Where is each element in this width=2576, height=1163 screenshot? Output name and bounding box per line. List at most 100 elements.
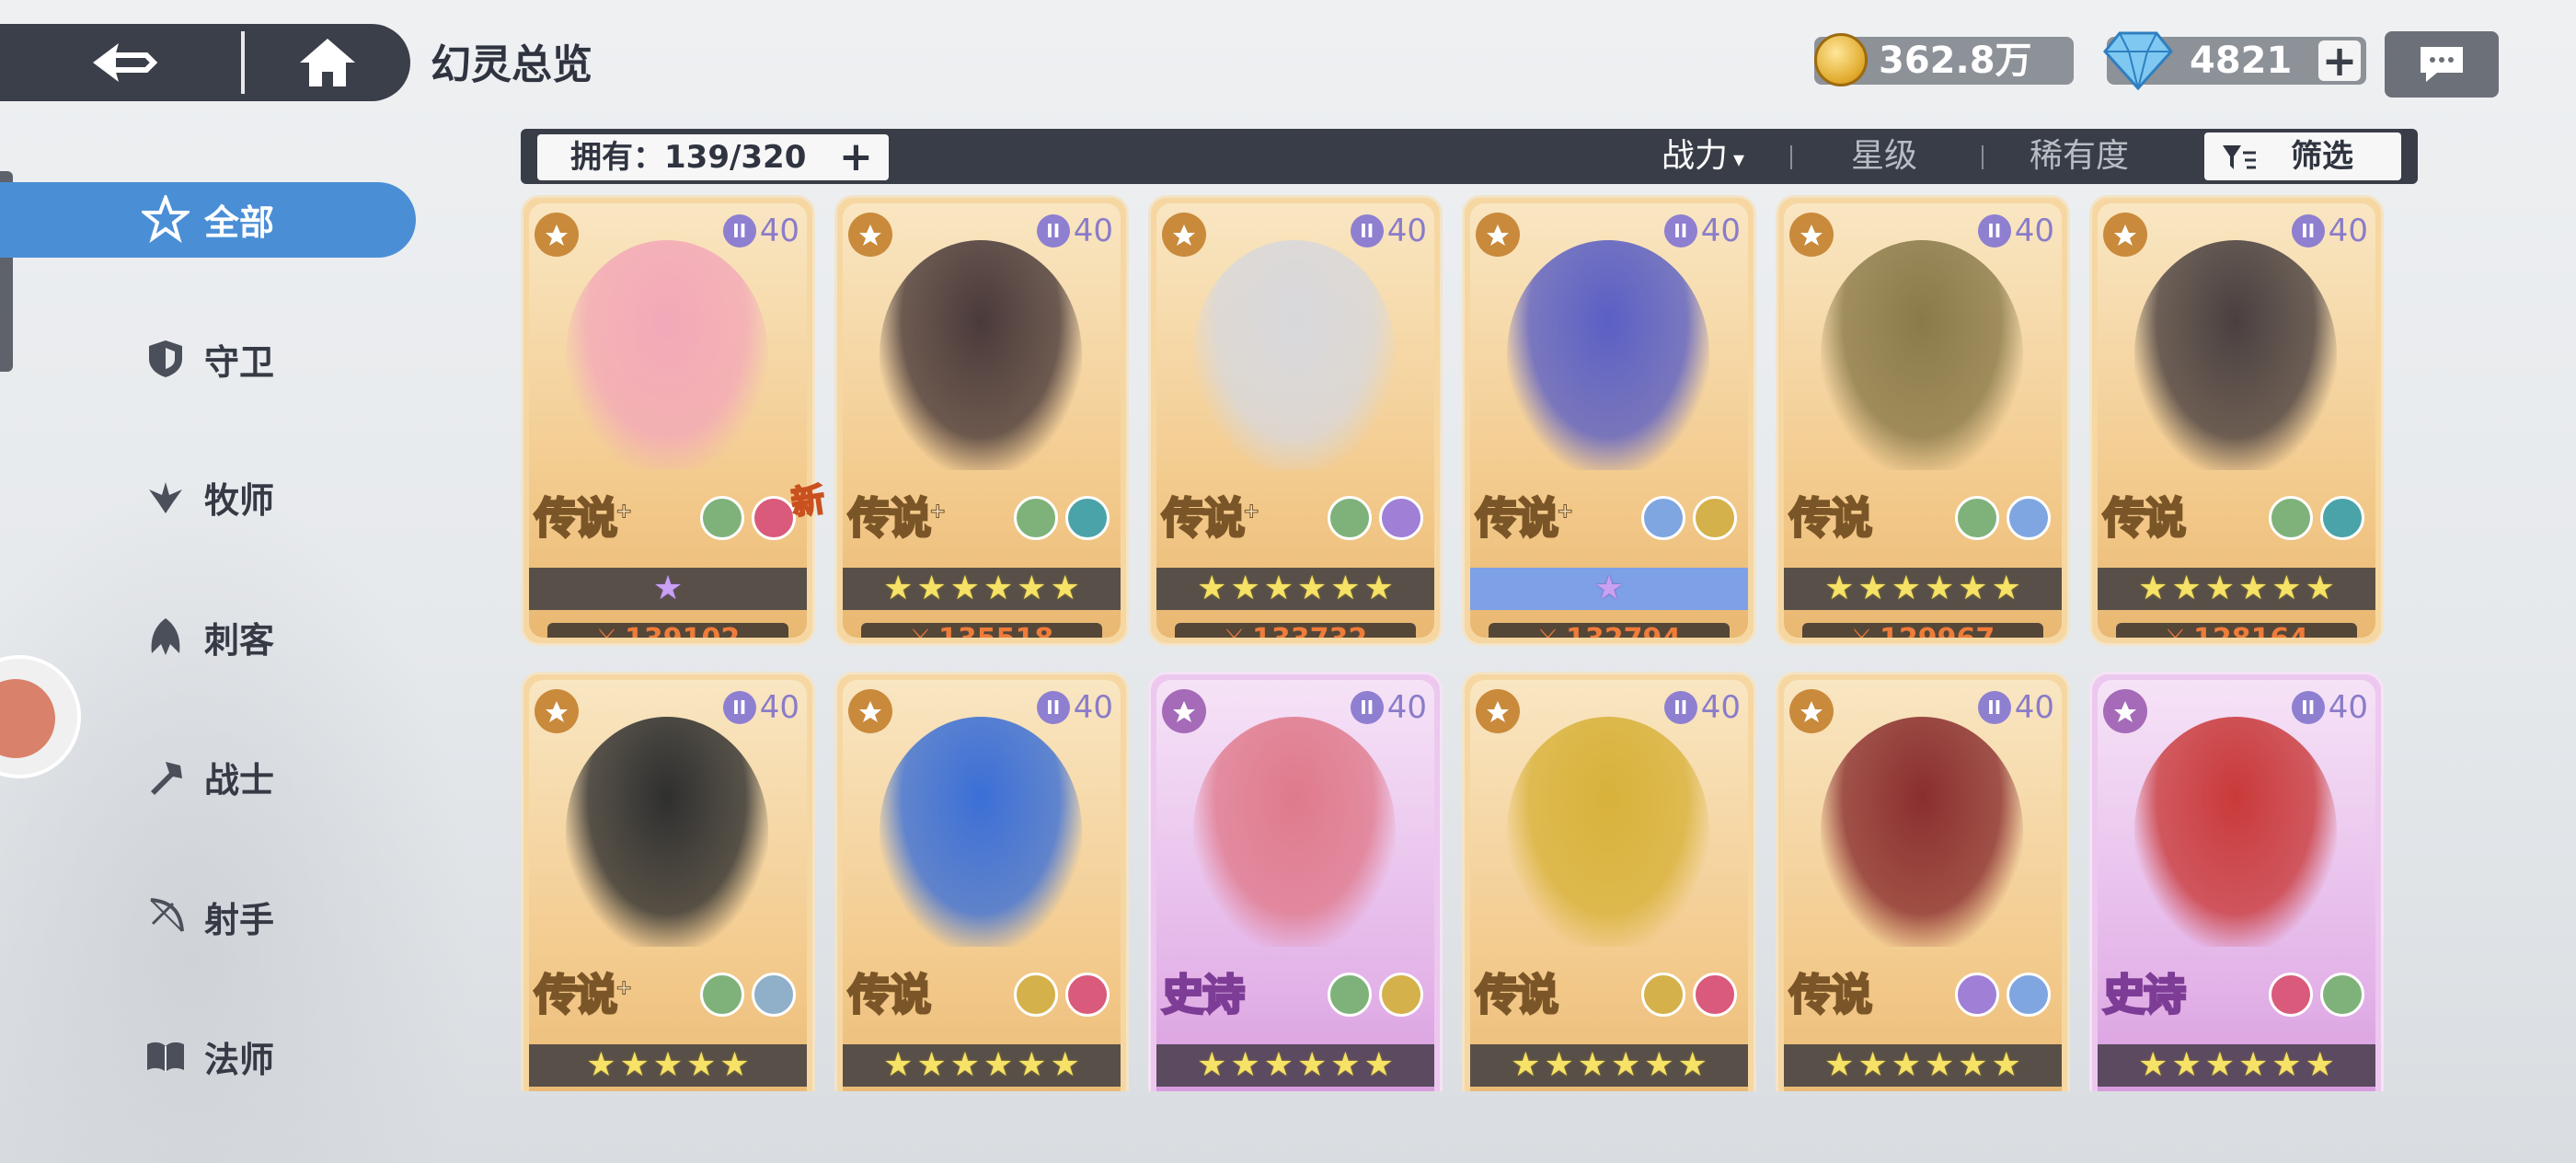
- role-badge-icon: [1789, 213, 1834, 257]
- star-icon: ★: [1824, 1046, 1855, 1084]
- element-icon: [1379, 973, 1423, 1017]
- star-rating: ★ ★ ★ ★ ★ ★: [843, 568, 1121, 610]
- hero-card[interactable]: II40传说★★★★★★⚔128164: [2089, 195, 2384, 646]
- element-icon: [1328, 496, 1372, 540]
- hero-card-inner: II40 传说+ ★ ⚔ 139102: [529, 203, 807, 638]
- hero-card[interactable]: II40传说★★★★★★⚔: [1462, 672, 1756, 1091]
- element-icon: [1014, 496, 1058, 540]
- hero-level: 40: [759, 213, 799, 249]
- hero-card[interactable]: II40传说+★★★★★★⚔135518: [834, 195, 1129, 646]
- element-icon: [1065, 496, 1110, 540]
- home-icon: [300, 39, 355, 86]
- book-icon: [140, 1039, 191, 1074]
- sidebar-item-warrior[interactable]: 战士: [140, 749, 274, 804]
- hero-level: 40: [1073, 689, 1113, 726]
- sidebar-item-label: 牧师: [204, 479, 275, 521]
- element-icon: [1379, 496, 1423, 540]
- level-indicator: II 40: [1350, 689, 1427, 726]
- sidebar-item-assassin[interactable]: 刺客: [140, 609, 274, 664]
- combat-power: ⚔ 128164: [2116, 623, 2357, 638]
- rarity-label: 传说: [1788, 492, 1874, 545]
- element-icon: [1641, 496, 1685, 540]
- hero-card-inner: II40传说+★★★★★★⚔135518: [843, 203, 1121, 638]
- hero-card-inner: II40传说★★★★★★⚔128164: [2098, 203, 2375, 638]
- star-rating: ★ ★ ★ ★ ★ ★: [843, 1044, 1121, 1087]
- element-icons: [700, 496, 796, 540]
- element-icons: [1014, 973, 1110, 1017]
- sidebar-item-priest[interactable]: 牧师: [140, 469, 274, 524]
- hero-card[interactable]: II40史诗★★★★★★⚔: [1148, 672, 1443, 1091]
- star-icon: ★: [2271, 1046, 2302, 1084]
- hero-card[interactable]: II40 传说+ ★ ⚔ 132794: [1462, 195, 1756, 646]
- page-title: 幻灵总览: [431, 41, 592, 88]
- star-icon: ★: [1925, 570, 1955, 607]
- tier-badge: II: [1663, 214, 1697, 248]
- element-icon: [752, 973, 796, 1017]
- hero-card[interactable]: II40史诗★★★★★★⚔: [2089, 672, 2384, 1091]
- hero-portrait: [1821, 240, 2023, 470]
- chat-bubble-icon: [2421, 47, 2463, 82]
- expand-capacity-button[interactable]: +: [839, 134, 873, 180]
- combat-power-value: 135518: [938, 623, 1053, 639]
- sort-power-label: 战力: [1662, 137, 1729, 175]
- sidebar-item-all[interactable]: 全部: [140, 191, 274, 247]
- assassin-icon: [140, 616, 191, 657]
- hero-level: 40: [1386, 689, 1427, 726]
- role-badge-icon: [2103, 213, 2147, 257]
- crossed-swords-icon: ⚔: [1224, 625, 1245, 638]
- add-gems-button[interactable]: +: [2318, 40, 2361, 82]
- hero-level: 40: [2328, 689, 2368, 726]
- hero-card[interactable]: II40传说+★★★★★⚔: [521, 672, 815, 1091]
- home-button[interactable]: [245, 24, 410, 101]
- element-icon: [2269, 973, 2313, 1017]
- role-badge-icon: [848, 689, 892, 733]
- sidebar-item-guard[interactable]: 守卫: [140, 331, 274, 386]
- crossed-swords-icon: ⚔: [1537, 625, 1558, 638]
- sort-by-rarity[interactable]: 稀有度: [2030, 129, 2129, 184]
- hero-card[interactable]: II40传说★★★★★★⚔129967: [1776, 195, 2070, 646]
- hero-card[interactable]: II40传说★★★★★★⚔: [1776, 672, 2070, 1091]
- tier-badge: II: [1663, 691, 1697, 724]
- sidebar-item-label: 守卫: [204, 341, 275, 383]
- role-badge-icon: [1476, 689, 1520, 733]
- level-indicator: II 40: [722, 213, 799, 249]
- element-icon: [700, 496, 744, 540]
- sort-by-star[interactable]: 星级: [1851, 129, 1917, 184]
- star-icon: ★: [1297, 570, 1328, 607]
- hero-card[interactable]: II40传说+★★★★★★⚔133732: [1148, 195, 1443, 646]
- level-indicator: II 40: [1663, 689, 1741, 726]
- hero-card-grid: II40传说+★⚔139102II40传说+★★★★★★⚔135518II40传…: [521, 195, 2418, 1091]
- hero-card[interactable]: II40传说★★★★★★⚔: [834, 672, 1129, 1091]
- element-icon: [700, 973, 744, 1017]
- combat-power: ⚔ 135518: [861, 623, 1102, 638]
- star-icon: ★: [883, 570, 914, 607]
- tier-badge: II: [722, 214, 756, 248]
- role-badge-icon: [848, 213, 892, 257]
- sidebar-item-mage[interactable]: 法师: [140, 1029, 274, 1084]
- hero-portrait: [880, 717, 1082, 947]
- chat-button[interactable]: [2385, 31, 2499, 98]
- combat-power: ⚔ 139102: [547, 623, 788, 638]
- crossed-swords-icon: ⚔: [1851, 625, 1872, 638]
- star-icon: ★: [619, 1046, 650, 1084]
- hero-level: 40: [2328, 213, 2368, 249]
- role-badge-icon: [1476, 213, 1520, 257]
- level-indicator: II 40: [1036, 689, 1113, 726]
- level-indicator: II 40: [2291, 689, 2368, 726]
- star-icon: ★: [1511, 1046, 1541, 1084]
- warrior-icon: [140, 756, 191, 797]
- star-icon: ★: [1677, 1046, 1708, 1084]
- star-icon: ★: [2204, 570, 2235, 607]
- back-button[interactable]: [0, 24, 241, 101]
- role-badge-icon: [1162, 213, 1206, 257]
- element-icons: [700, 973, 796, 1017]
- sort-by-power[interactable]: 战力 ▾: [1662, 129, 1744, 184]
- hero-level: 40: [759, 689, 799, 726]
- element-icons: [1014, 496, 1110, 540]
- star-icon: ★: [2305, 1046, 2335, 1084]
- sidebar-item-archer[interactable]: 射手: [140, 889, 274, 944]
- element-icons: [1955, 496, 2051, 540]
- tier-badge: II: [2291, 214, 2325, 248]
- star-icon: ★: [1644, 1046, 1674, 1084]
- hero-card[interactable]: II40 传说+ ★ ⚔ 139102: [521, 195, 815, 646]
